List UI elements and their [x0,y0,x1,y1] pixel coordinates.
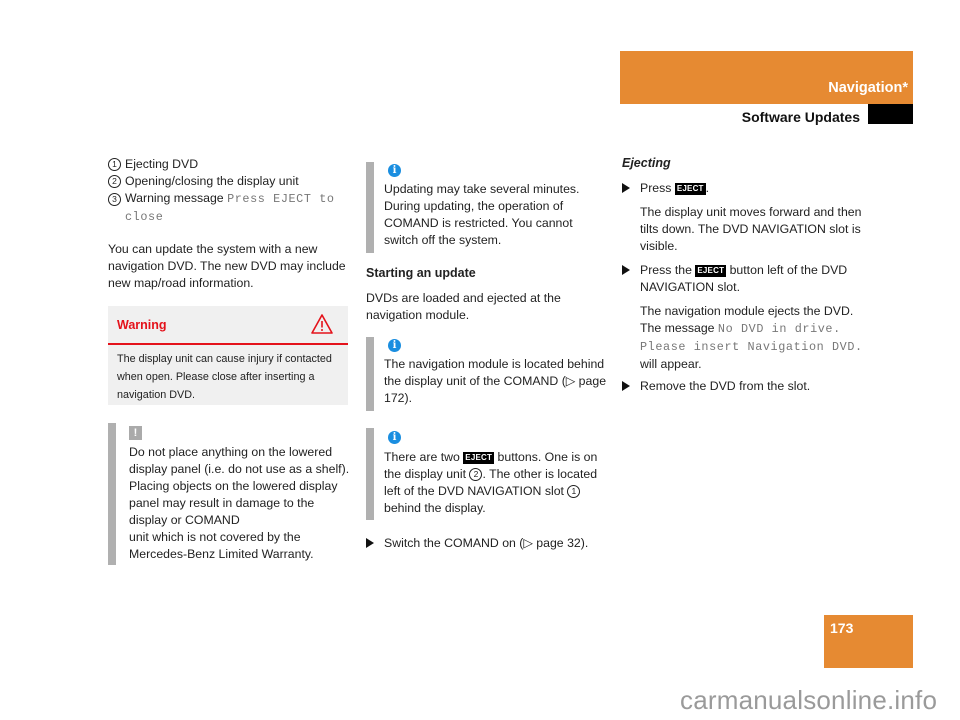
intro-paragraph: You can update the system with a new nav… [108,242,346,290]
caution-bar [108,423,116,565]
section-heading: Ejecting [622,156,671,170]
callout-number: 2 [108,175,121,188]
warning-title: Warning [117,318,167,332]
callout-number: 3 [108,193,121,206]
legend-item: 2 Opening/closing the display unit [108,173,353,190]
section-header-band [620,51,913,104]
watermark: carmanualsonline.info [680,685,938,715]
eject-button-symbol: EJECT [695,265,727,277]
warning-triangle-icon [311,314,333,334]
exclamation-icon: ! [129,426,142,440]
note-bar [366,428,374,520]
page-ref-arrow-icon: ▷ [565,374,576,388]
paragraph: DVDs are loaded and ejected at the navig… [366,291,561,322]
section-heading: Starting an update [366,266,476,280]
step-result: The navigation module ejects the DVD. Th… [640,304,863,371]
subsection-title: Software Updates [741,109,860,125]
step-item: Press the EJECT button left of the DVD N… [622,262,867,296]
bullet-arrow-icon [622,381,630,391]
step-item: Remove the DVD from the slot. [622,378,867,395]
note-bar [366,162,374,253]
info-icon: i [388,164,401,177]
info-note-text: There are two EJECT buttons. One is on t… [384,450,598,515]
step-item: Switch the COMAND on (▷ page 32). [366,535,611,552]
legend-item: 1 Ejecting DVD [108,156,353,173]
step-item: Press EJECT. [622,180,867,197]
eject-button-symbol: EJECT [674,183,706,195]
bullet-arrow-icon [622,183,630,193]
callout-number: 2 [469,468,483,481]
callout-number: 1 [108,158,121,171]
eject-button-symbol: EJECT [463,452,495,464]
subsection-marker [868,104,913,124]
bullet-arrow-icon [366,538,374,548]
bullet-arrow-icon [622,265,630,275]
figure-legend: 1 Ejecting DVD 2 Opening/closing the displ… [108,156,353,226]
page-ref-arrow-icon: ▷ [523,536,533,550]
info-icon: i [388,339,401,352]
page-number: 173 [830,620,854,636]
note-bar [366,337,374,411]
warning-text: The display unit can cause injury if con… [117,353,332,401]
info-note-text: Updating may take several minutes. Durin… [384,182,580,247]
callout-number: 1 [567,485,581,498]
legend-item: 3 Warning message Press EJECT to close [108,190,353,226]
section-title: Navigation* [828,80,908,96]
step-result: The display unit moves forward and then … [640,205,862,253]
caution-text: Do not place anything on the lowered dis… [129,445,350,561]
info-note-text: The navigation module is located behind … [384,357,607,405]
warning-divider [108,343,348,345]
info-icon: i [388,431,401,444]
